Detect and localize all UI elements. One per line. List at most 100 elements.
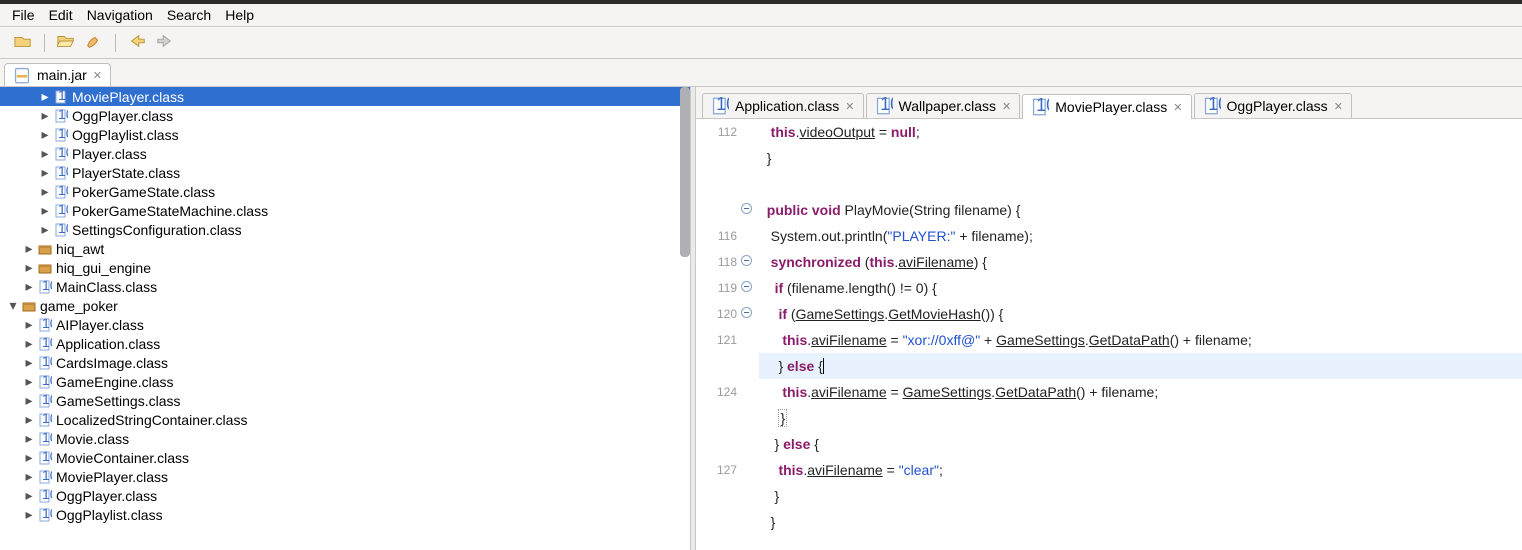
code-line[interactable]: } [759, 145, 1522, 171]
expand-icon[interactable]: ▸ [22, 278, 36, 295]
tree-item[interactable]: ▸10Application.class [0, 334, 690, 353]
tree-item-label: Movie.class [56, 431, 129, 447]
back-icon[interactable] [128, 33, 146, 52]
code-line[interactable]: this.aviFilename = "xor://0xff@" + GameS… [759, 327, 1522, 353]
tree-item[interactable]: ▸10MovieContainer.class [0, 448, 690, 467]
line-number [696, 145, 741, 171]
tree-item[interactable]: ▸10SettingsConfiguration.class [0, 220, 690, 239]
line-number [696, 509, 741, 535]
editor-tab[interactable]: 10MoviePlayer.class✕ [1022, 94, 1191, 119]
open-icon[interactable] [14, 33, 32, 52]
tree-item[interactable]: ▸10Player.class [0, 144, 690, 163]
close-icon[interactable]: ✕ [1002, 100, 1011, 113]
editor-tab[interactable]: 10OggPlayer.class✕ [1194, 93, 1352, 118]
class-file-icon: 10 [711, 98, 729, 114]
tree-item[interactable]: ▸10CardsImage.class [0, 353, 690, 372]
tree-item[interactable]: ▸10PlayerState.class [0, 163, 690, 182]
tree-item[interactable]: ▸10GameSettings.class [0, 391, 690, 410]
forward-icon[interactable] [156, 33, 174, 52]
package-explorer[interactable]: ▸10MoviePlayer.class▸10OggPlayer.class▸1… [0, 87, 690, 550]
expand-icon[interactable]: ▸ [38, 221, 52, 238]
close-icon[interactable]: ✕ [1173, 101, 1182, 114]
expand-icon[interactable]: ▸ [38, 145, 52, 162]
menu-file[interactable]: File [8, 6, 39, 24]
code-line[interactable]: } else { [759, 353, 1522, 379]
code-line[interactable] [759, 171, 1522, 197]
close-icon[interactable]: ✕ [93, 69, 102, 82]
expand-icon[interactable]: ▸ [22, 373, 36, 390]
line-number [696, 197, 741, 223]
code-area[interactable]: this.videoOutput = null; } public void P… [741, 119, 1522, 550]
close-icon[interactable]: ✕ [845, 100, 854, 113]
code-line[interactable]: if (filename.length() != 0) { [759, 275, 1522, 301]
code-line[interactable]: } [759, 483, 1522, 509]
tree-item[interactable]: ▸10MoviePlayer.class [0, 467, 690, 486]
code-line[interactable]: this.videoOutput = null; [759, 119, 1522, 145]
scrollbar-thumb[interactable] [680, 87, 690, 257]
tree-item[interactable]: ▾game_poker [0, 296, 690, 315]
tree-item[interactable]: ▸10GameEngine.class [0, 372, 690, 391]
tree-item[interactable]: ▸hiq_gui_engine [0, 258, 690, 277]
line-number [696, 171, 741, 197]
expand-icon[interactable]: ▸ [38, 126, 52, 143]
expand-icon[interactable]: ▸ [22, 430, 36, 447]
tree-item[interactable]: ▸10OggPlaylist.class [0, 125, 690, 144]
tree-item[interactable]: ▸10OggPlaylist.class [0, 505, 690, 524]
tree-item[interactable]: ▸10MainClass.class [0, 277, 690, 296]
tree-item[interactable]: ▸10MoviePlayer.class [0, 87, 690, 106]
menu-navigation[interactable]: Navigation [83, 6, 157, 24]
fold-icon[interactable] [741, 307, 752, 318]
class-file-icon: 10 [36, 279, 54, 295]
editor-tab[interactable]: 10 Application.class ✕ [702, 93, 864, 118]
expand-icon[interactable]: ▸ [22, 335, 36, 352]
svg-text:10: 10 [58, 223, 68, 236]
menu-search[interactable]: Search [163, 6, 215, 24]
project-tab-main-jar[interactable]: main.jar ✕ [4, 63, 111, 86]
open-folder-icon[interactable] [57, 33, 75, 52]
tree-item[interactable]: ▸10OggPlayer.class [0, 106, 690, 125]
expand-icon[interactable]: ▸ [38, 183, 52, 200]
tree-item[interactable]: ▸10PokerGameStateMachine.class [0, 201, 690, 220]
code-line[interactable]: } [759, 405, 1522, 431]
brush-icon[interactable] [85, 33, 103, 52]
expand-icon[interactable]: ▾ [6, 297, 20, 314]
fold-icon[interactable] [741, 281, 752, 292]
expand-icon[interactable]: ▸ [22, 506, 36, 523]
editor-tab-label: Application.class [735, 98, 839, 114]
tree-item[interactable]: ▸10OggPlayer.class [0, 486, 690, 505]
tree-item[interactable]: ▸10AIPlayer.class [0, 315, 690, 334]
code-line[interactable]: if (GameSettings.GetMovieHash()) { [759, 301, 1522, 327]
expand-icon[interactable]: ▸ [22, 259, 36, 276]
expand-icon[interactable]: ▸ [22, 487, 36, 504]
editor-tab[interactable]: 10Wallpaper.class✕ [866, 93, 1021, 118]
expand-icon[interactable]: ▸ [22, 449, 36, 466]
code-line[interactable]: public void PlayMovie(String filename) { [759, 197, 1522, 223]
expand-icon[interactable]: ▸ [38, 88, 52, 105]
expand-icon[interactable]: ▸ [22, 240, 36, 257]
expand-icon[interactable]: ▸ [22, 392, 36, 409]
code-line[interactable]: } [759, 509, 1522, 535]
tree-item[interactable]: ▸10Movie.class [0, 429, 690, 448]
menu-help[interactable]: Help [221, 6, 258, 24]
expand-icon[interactable]: ▸ [22, 468, 36, 485]
code-line[interactable]: synchronized (this.aviFilename) { [759, 249, 1522, 275]
editor-body[interactable]: 112116118119120121124127 this.videoOutpu… [696, 119, 1522, 550]
expand-icon[interactable]: ▸ [38, 202, 52, 219]
close-icon[interactable]: ✕ [1334, 100, 1343, 113]
expand-icon[interactable]: ▸ [38, 107, 52, 124]
tree-item[interactable]: ▸10PokerGameState.class [0, 182, 690, 201]
code-line[interactable]: this.aviFilename = GameSettings.GetDataP… [759, 379, 1522, 405]
code-line[interactable]: System.out.println("PLAYER:" + filename)… [759, 223, 1522, 249]
expand-icon[interactable]: ▸ [22, 354, 36, 371]
tree-item[interactable]: ▸hiq_awt [0, 239, 690, 258]
code-line[interactable]: this.aviFilename = "clear"; [759, 457, 1522, 483]
tree-item[interactable]: ▸10LocalizedStringContainer.class [0, 410, 690, 429]
fold-icon[interactable] [741, 203, 752, 214]
fold-icon[interactable] [741, 255, 752, 266]
code-line[interactable]: } else { [759, 431, 1522, 457]
expand-icon[interactable]: ▸ [22, 316, 36, 333]
tree-item-label: GameEngine.class [56, 374, 174, 390]
expand-icon[interactable]: ▸ [38, 164, 52, 181]
expand-icon[interactable]: ▸ [22, 411, 36, 428]
menu-edit[interactable]: Edit [45, 6, 77, 24]
